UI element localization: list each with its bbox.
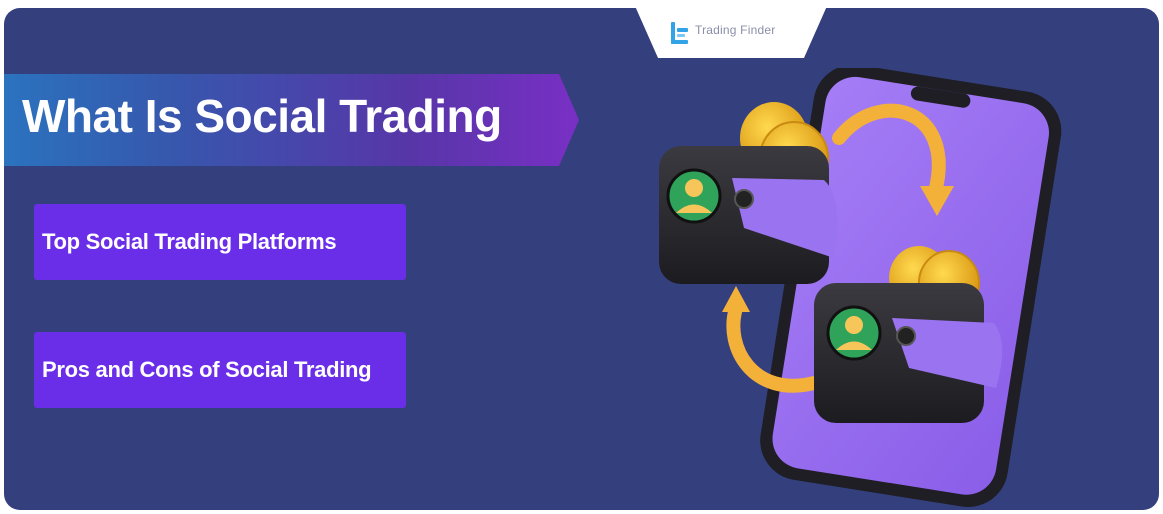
top-platforms-button[interactable]: Top Social Trading Platforms bbox=[34, 204, 406, 280]
pros-cons-button[interactable]: Pros and Cons of Social Trading bbox=[34, 332, 406, 408]
page-title: What Is Social Trading bbox=[22, 90, 502, 142]
wallet-2 bbox=[814, 283, 1003, 423]
banner: Trading Finder What Is Social Trading To… bbox=[4, 8, 1159, 510]
social-trading-phone-wallets-illustration bbox=[659, 68, 1062, 507]
wallet-1 bbox=[659, 146, 838, 284]
trading-finder-logo-icon bbox=[671, 22, 688, 44]
brand-name: Trading Finder bbox=[695, 23, 776, 37]
